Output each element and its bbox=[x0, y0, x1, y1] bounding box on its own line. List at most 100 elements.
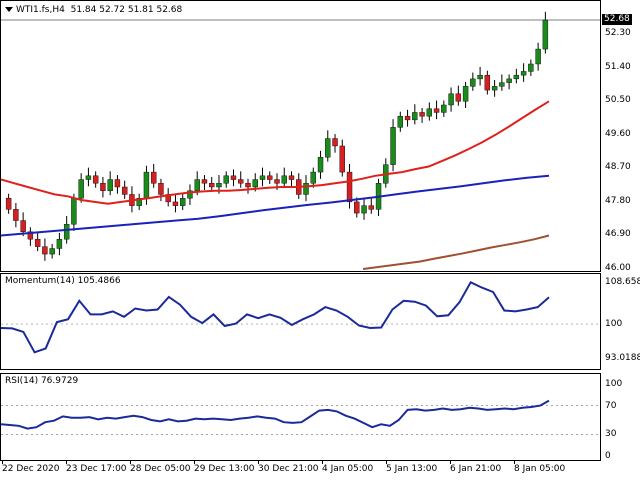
rsi-title: RSI(14) 76.9729 bbox=[5, 376, 79, 386]
candle-body bbox=[63, 224, 70, 240]
candle-body bbox=[419, 112, 425, 117]
time-axis: 22 Dec 2020 23 Dec 17:00 28 Dec 05:00 29 De… bbox=[0, 461, 601, 480]
momentum-tick-label: 100 bbox=[605, 319, 623, 330]
candle-body bbox=[267, 175, 273, 180]
candle-body bbox=[535, 48, 541, 65]
candle-body bbox=[92, 175, 99, 184]
candle-body bbox=[143, 171, 150, 199]
candle-body bbox=[368, 205, 374, 210]
candle-body bbox=[390, 127, 396, 165]
candle-body bbox=[470, 78, 476, 87]
time-tick-mark bbox=[386, 461, 387, 464]
candle-body bbox=[71, 197, 77, 225]
rsi-line bbox=[1, 399, 550, 430]
price-chart-pane[interactable]: WTI1.fs,H4 51.84 52.72 51.81 52.68 bbox=[0, 0, 601, 272]
price-tick-label: 46.90 bbox=[605, 229, 631, 240]
candle-body bbox=[107, 179, 113, 191]
candle-body bbox=[49, 248, 55, 255]
price-tick-label: 51.40 bbox=[605, 61, 631, 72]
time-tick-label: 30 Dec 21:00 bbox=[258, 464, 319, 474]
price-tick-label: 47.80 bbox=[605, 195, 631, 206]
candle-body bbox=[477, 74, 483, 80]
candle-body bbox=[85, 175, 92, 180]
candle-body bbox=[332, 138, 338, 147]
candle-body bbox=[238, 179, 244, 184]
time-tick-label: 4 Jan 05:00 bbox=[322, 464, 374, 474]
candle-body bbox=[34, 238, 41, 247]
time-tick-label: 8 Jan 05:00 bbox=[514, 464, 566, 474]
candle-body bbox=[325, 138, 331, 158]
candle-body bbox=[100, 183, 106, 191]
momentum-tick-label: 108.6585 bbox=[605, 277, 640, 287]
momentum-canvas bbox=[1, 280, 600, 354]
rsi-scale: 100 70 30 0 bbox=[601, 373, 640, 461]
time-tick-mark bbox=[514, 461, 515, 464]
candle-body bbox=[317, 156, 324, 173]
momentum-tick-label: 93.0188 bbox=[605, 353, 640, 363]
candle-body bbox=[499, 82, 505, 87]
candle-body bbox=[506, 78, 512, 83]
time-tick-mark bbox=[2, 461, 3, 464]
candle-body bbox=[346, 171, 353, 203]
time-tick-mark bbox=[322, 461, 323, 464]
candle-body bbox=[158, 183, 164, 195]
candle-body bbox=[361, 205, 367, 214]
candle-body bbox=[455, 93, 462, 102]
candle-body bbox=[462, 86, 469, 102]
rsi-tick-label: 30 bbox=[605, 429, 617, 440]
candle-body bbox=[245, 183, 251, 188]
time-tick-mark bbox=[130, 461, 131, 464]
candle-body bbox=[216, 183, 222, 188]
price-tick-label: 50.50 bbox=[605, 95, 631, 106]
candle-body bbox=[404, 115, 411, 121]
price-scale[interactable]: 52.30 51.40 50.50 49.60 48.70 47.80 46.90 46.00… bbox=[601, 0, 640, 273]
candle-body bbox=[121, 186, 128, 195]
ohlc-values: 51.84 52.72 51.81 52.68 bbox=[70, 5, 183, 15]
price-chart-canvas bbox=[1, 11, 600, 270]
time-tick-mark bbox=[258, 461, 259, 464]
price-tick-label: 48.70 bbox=[605, 162, 631, 173]
candle-body bbox=[433, 108, 440, 113]
candle-body bbox=[13, 209, 19, 221]
candle-body bbox=[230, 175, 237, 180]
rsi-canvas bbox=[1, 399, 600, 435]
time-tick-mark bbox=[194, 461, 195, 464]
candle-body bbox=[223, 175, 229, 184]
momentum-pane[interactable]: Momentum(14) 105.4866 bbox=[0, 273, 601, 370]
candle-body bbox=[426, 108, 433, 117]
candle-body bbox=[528, 63, 534, 72]
candle-body bbox=[310, 171, 316, 184]
candle-body bbox=[78, 179, 84, 199]
time-tick-label: 22 Dec 2020 bbox=[2, 464, 60, 474]
candle-body bbox=[180, 197, 186, 206]
dropdown-triangle-icon[interactable] bbox=[5, 7, 13, 12]
chart-header: WTI1.fs,H4 51.84 52.72 51.81 52.68 bbox=[5, 5, 182, 15]
ma-slow-line bbox=[362, 234, 550, 270]
candle-body bbox=[288, 175, 295, 180]
candle-body bbox=[259, 175, 266, 180]
rsi-tick-label: 70 bbox=[605, 400, 617, 411]
current-price-badge: 52.68 bbox=[602, 14, 632, 25]
candle-body bbox=[354, 201, 360, 214]
candle-body bbox=[42, 246, 48, 255]
candle-body bbox=[339, 145, 345, 173]
candle-body bbox=[513, 74, 520, 80]
momentum-line bbox=[1, 280, 550, 354]
candle-body bbox=[412, 112, 418, 121]
momentum-title: Momentum(14) 105.4866 bbox=[5, 276, 121, 286]
momentum-scale: 108.6585 100 93.0188 bbox=[601, 273, 640, 370]
candle-body bbox=[114, 179, 121, 188]
candle-body bbox=[491, 86, 498, 91]
price-tick-label: 52.30 bbox=[605, 28, 631, 39]
candle-body bbox=[303, 183, 309, 195]
time-tick-mark bbox=[450, 461, 451, 464]
rsi-pane[interactable]: RSI(14) 76.9729 bbox=[0, 373, 601, 461]
time-tick-mark bbox=[66, 461, 67, 464]
candle-body bbox=[194, 179, 200, 191]
symbol-label: WTI1.fs,H4 bbox=[16, 5, 65, 15]
price-tick-label: 46.00 bbox=[605, 263, 631, 273]
candle-body bbox=[397, 115, 404, 128]
candle-body bbox=[20, 220, 26, 232]
candle-body bbox=[274, 179, 280, 184]
candle-body bbox=[172, 201, 179, 206]
